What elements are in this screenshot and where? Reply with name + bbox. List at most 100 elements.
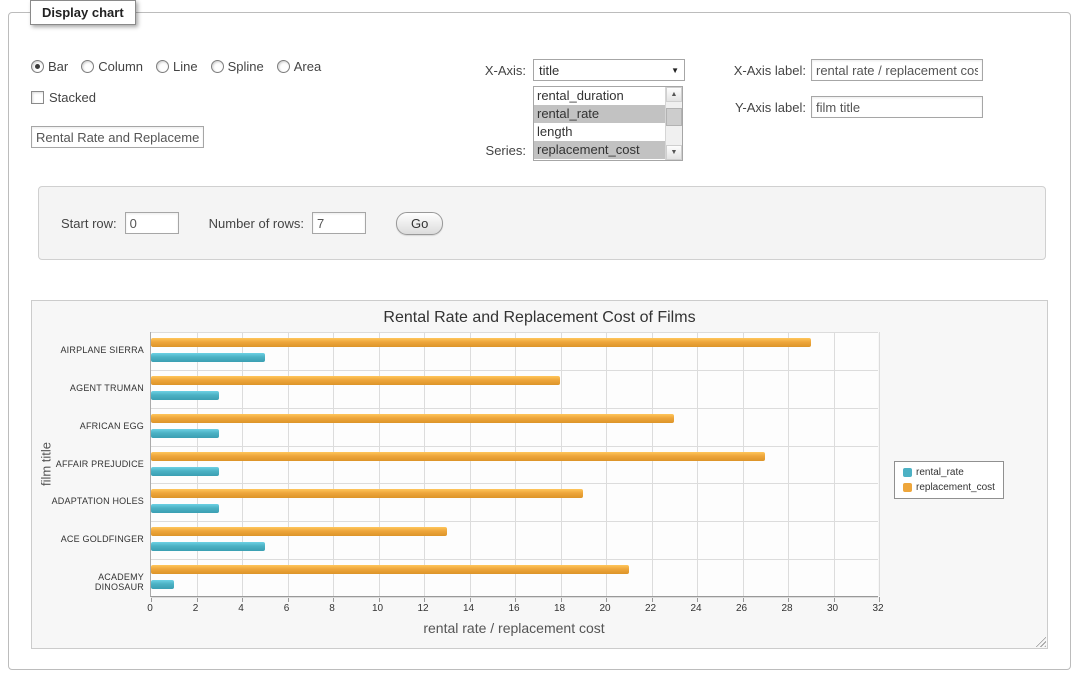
chart-title-input[interactable]: [31, 126, 204, 148]
x-tick-label: 0: [135, 603, 165, 614]
x-tick-label: 20: [590, 603, 620, 614]
chart-type-option-spline[interactable]: Spline: [211, 59, 264, 74]
scroll-down-icon[interactable]: ▼: [666, 145, 682, 160]
y-gridline: [151, 597, 878, 598]
radio-column[interactable]: [81, 60, 94, 73]
category-label: AFRICAN EGG: [50, 421, 144, 431]
x-gridline: [470, 332, 471, 596]
x-gridline: [606, 332, 607, 596]
x-tick-label: 22: [636, 603, 666, 614]
x-tick-label: 24: [681, 603, 711, 614]
x-axis-label-input[interactable]: [811, 59, 983, 81]
stacked-checkbox[interactable]: [31, 91, 44, 104]
bar-rental_rate[interactable]: [151, 467, 219, 476]
y-gridline: [151, 483, 878, 484]
num-rows-input[interactable]: [312, 212, 366, 234]
series-option-rental_rate[interactable]: rental_rate: [534, 105, 665, 123]
x-gridline: [379, 332, 380, 596]
chart-type-option-label: Line: [173, 59, 198, 74]
category-label: ACADEMY DINOSAUR: [50, 572, 144, 592]
series-listbox-label: Series:: [399, 143, 526, 158]
radio-bar[interactable]: [31, 60, 44, 73]
bar-replacement_cost[interactable]: [151, 338, 811, 347]
x-gridline: [879, 332, 880, 596]
x-gridline: [197, 332, 198, 596]
y-gridline: [151, 370, 878, 371]
display-chart-fieldset: Display chart BarColumnLineSplineArea St…: [8, 12, 1071, 670]
x-axis-select[interactable]: title ▼: [533, 59, 685, 81]
x-gridline: [424, 332, 425, 596]
chart-type-option-label: Spline: [228, 59, 264, 74]
chart-plot-area: [150, 332, 878, 597]
bar-replacement_cost[interactable]: [151, 489, 583, 498]
stacked-option[interactable]: Stacked: [31, 90, 96, 105]
series-option-length[interactable]: length: [534, 123, 665, 141]
radio-spline[interactable]: [211, 60, 224, 73]
bar-replacement_cost[interactable]: [151, 527, 447, 536]
category-label: ACE GOLDFINGER: [50, 534, 144, 544]
series-option-replacement_cost[interactable]: replacement_cost: [534, 141, 665, 159]
x-tick-label: 10: [363, 603, 393, 614]
bar-rental_rate[interactable]: [151, 580, 174, 589]
start-row-input[interactable]: [125, 212, 179, 234]
chart-type-option-area[interactable]: Area: [277, 59, 321, 74]
x-tick-label: 28: [772, 603, 802, 614]
series-listbox[interactable]: rental_durationrental_ratelengthreplacem…: [533, 86, 683, 161]
num-rows-label: Number of rows:: [209, 216, 304, 231]
chart-container: Rental Rate and Replacement Cost of Film…: [31, 300, 1048, 649]
x-gridline: [242, 332, 243, 596]
x-gridline: [333, 332, 334, 596]
x-axis-select-label: X-Axis:: [399, 63, 526, 78]
x-gridline: [561, 332, 562, 596]
chart-legend: rental_rate replacement_cost: [894, 461, 1004, 499]
radio-line[interactable]: [156, 60, 169, 73]
resize-handle-icon[interactable]: [1033, 634, 1046, 647]
x-tick-label: 2: [181, 603, 211, 614]
bar-replacement_cost[interactable]: [151, 414, 674, 423]
listbox-scrollbar[interactable]: ▲ ▼: [665, 87, 682, 160]
x-tick-label: 8: [317, 603, 347, 614]
x-gridline: [743, 332, 744, 596]
x-gridline: [697, 332, 698, 596]
series-option-rental_duration[interactable]: rental_duration: [534, 87, 665, 105]
series-options: rental_durationrental_ratelengthreplacem…: [534, 87, 665, 160]
rows-panel: Start row: Number of rows: Go: [38, 186, 1046, 260]
legend-item-replacement_cost[interactable]: replacement_cost: [903, 482, 995, 493]
chart-type-option-label: Column: [98, 59, 143, 74]
category-label: AFFAIR PREJUDICE: [50, 459, 144, 469]
x-tickmark: [879, 597, 880, 602]
chart-type-option-bar[interactable]: Bar: [31, 59, 68, 74]
chart-type-options: Bar Column Line Spline Area: [31, 59, 321, 74]
x-axis-selected-value: title: [539, 63, 671, 78]
go-button[interactable]: Go: [396, 212, 443, 235]
bar-rental_rate[interactable]: [151, 391, 219, 400]
y-axis-label-label: Y-Axis label:: [664, 100, 806, 115]
radio-area[interactable]: [277, 60, 290, 73]
category-label: AGENT TRUMAN: [50, 383, 144, 393]
x-tick-label: 14: [454, 603, 484, 614]
chart-type-option-column[interactable]: Column: [81, 59, 143, 74]
x-tick-label: 18: [545, 603, 575, 614]
bar-rental_rate[interactable]: [151, 542, 265, 551]
y-gridline: [151, 521, 878, 522]
bar-rental_rate[interactable]: [151, 504, 219, 513]
y-gridline: [151, 332, 878, 333]
chart-type-option-label: Area: [294, 59, 321, 74]
chart-x-axis-title: rental rate / replacement cost: [150, 620, 878, 636]
bar-replacement_cost[interactable]: [151, 376, 560, 385]
x-gridline: [288, 332, 289, 596]
bar-replacement_cost[interactable]: [151, 452, 765, 461]
x-axis-label-label: X-Axis label:: [664, 63, 806, 78]
x-tick-label: 26: [727, 603, 757, 614]
y-axis-label-input[interactable]: [811, 96, 983, 118]
chart-type-option-line[interactable]: Line: [156, 59, 198, 74]
legend-swatch: [903, 468, 912, 477]
legend-item-rental_rate[interactable]: rental_rate: [903, 467, 995, 478]
bar-replacement_cost[interactable]: [151, 565, 629, 574]
x-tick-label: 16: [499, 603, 529, 614]
x-tick-label: 4: [226, 603, 256, 614]
x-gridline: [652, 332, 653, 596]
bar-rental_rate[interactable]: [151, 429, 219, 438]
chart-type-option-label: Bar: [48, 59, 68, 74]
bar-rental_rate[interactable]: [151, 353, 265, 362]
